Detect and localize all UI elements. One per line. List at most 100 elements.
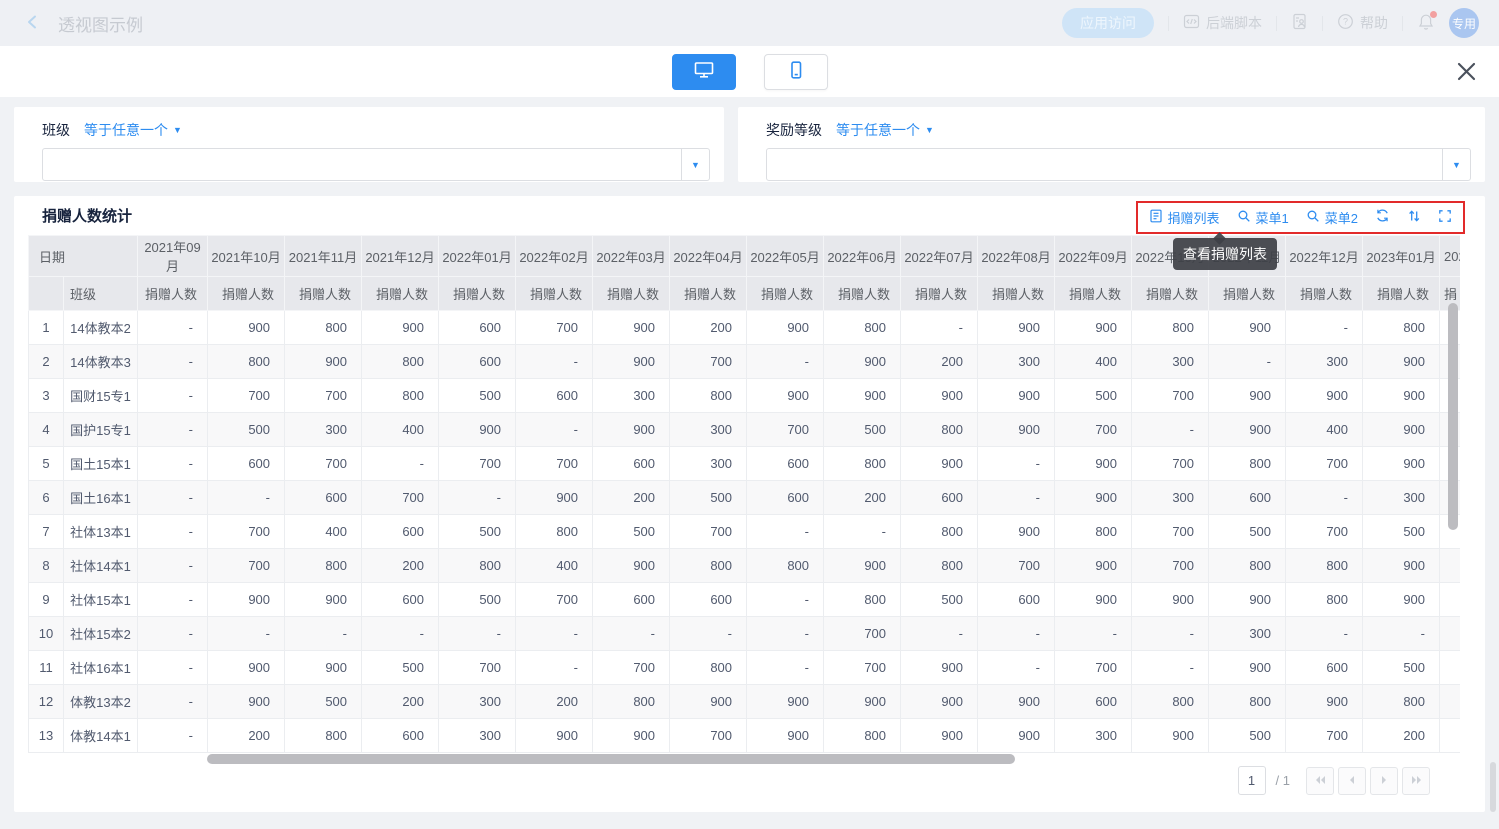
fullscreen-button[interactable]: [1438, 209, 1452, 226]
value-cell: 500: [1209, 515, 1286, 549]
prev-page-icon: [1347, 773, 1357, 788]
value-cell: 600: [593, 447, 670, 481]
notification-dot: [1430, 11, 1437, 18]
value-cell: 700: [208, 379, 285, 413]
refresh-icon: [1375, 208, 1390, 226]
value-cell: 600: [362, 583, 439, 617]
app-access-button[interactable]: 应用访问: [1062, 8, 1154, 38]
desktop-view-button[interactable]: [672, 54, 736, 90]
menu1-button[interactable]: 菜单1: [1237, 208, 1289, 227]
month-header: 2022年08月: [978, 236, 1055, 277]
value-cell: 900: [362, 311, 439, 345]
value-cell: 300: [1132, 481, 1209, 515]
operation-log-button[interactable]: [1291, 13, 1308, 33]
value-cell: 700: [593, 651, 670, 685]
h-scrollbar-thumb[interactable]: [207, 754, 1015, 764]
modal-content: 班级 等于任意一个 ▼ ▼ 奖励等级 等于任意一个 ▼ ▼: [0, 97, 1499, 812]
notification-bell-button[interactable]: [1417, 13, 1435, 34]
value-cell: -: [516, 651, 593, 685]
next-page-button[interactable]: [1370, 767, 1398, 795]
table-row: 3国财15专1-70070080050060030080090090090090…: [29, 379, 1461, 413]
close-icon: [1456, 70, 1477, 85]
value-cell: 800: [824, 447, 901, 481]
value-cell: 900: [516, 719, 593, 753]
value-cell: 800: [362, 379, 439, 413]
value-cell: 800: [670, 651, 747, 685]
value-cell: -: [439, 481, 516, 515]
row-number-cell: 12: [29, 685, 64, 719]
value-cell: 700: [670, 345, 747, 379]
value-cell: 900: [747, 379, 824, 413]
table-row: 4国护15专1-500300400900-9003007005008009007…: [29, 413, 1461, 447]
value-cell: 900: [208, 651, 285, 685]
backend-script-button[interactable]: 后端脚本: [1183, 13, 1262, 33]
row-number-header: [29, 277, 64, 311]
value-cell: 900: [1055, 311, 1132, 345]
value-cell: -: [1132, 413, 1209, 447]
filter-select-class[interactable]: ▼: [42, 148, 710, 181]
value-cell: 700: [1286, 447, 1363, 481]
value-cell: 900: [285, 345, 362, 379]
row-number-cell: 1: [29, 311, 64, 345]
value-cell: 200: [824, 481, 901, 515]
value-cell: 900: [593, 345, 670, 379]
close-button[interactable]: [1454, 59, 1479, 87]
pagination: / 1: [1238, 766, 1430, 795]
table-row: 12体教13本2-9005002003002008009009009009009…: [29, 685, 1461, 719]
value-cell: -: [138, 583, 208, 617]
value-cell: 200: [516, 685, 593, 719]
help-button[interactable]: ? 帮助: [1337, 13, 1388, 33]
row-dim-header: 班级: [64, 277, 138, 311]
back-button[interactable]: [24, 13, 42, 34]
value-cell-clipped: [1440, 549, 1460, 583]
measure-header: 捐赠人数: [824, 277, 901, 311]
value-cell: 200: [208, 719, 285, 753]
value-cell: 800: [1209, 549, 1286, 583]
filter-operator-link[interactable]: 等于任意一个 ▼: [836, 120, 934, 140]
filter-select-reward[interactable]: ▼: [766, 148, 1471, 181]
row-number-cell: 5: [29, 447, 64, 481]
value-cell: 700: [516, 447, 593, 481]
page-input[interactable]: [1238, 766, 1266, 795]
divider: [1322, 16, 1323, 31]
prev-page-button[interactable]: [1338, 767, 1366, 795]
value-cell: -: [362, 447, 439, 481]
avatar[interactable]: 专用: [1449, 8, 1479, 38]
value-cell: -: [1363, 617, 1440, 651]
pivot-title: 捐赠人数统计: [42, 205, 132, 226]
help-icon: ?: [1337, 13, 1354, 33]
value-cell: 500: [285, 685, 362, 719]
value-cell: 300: [1286, 345, 1363, 379]
value-cell: 800: [285, 549, 362, 583]
dropdown-arrow-icon: ▼: [1452, 160, 1461, 170]
filter-operator-link[interactable]: 等于任意一个 ▼: [84, 120, 182, 140]
last-page-button[interactable]: [1402, 767, 1430, 795]
month-header: 2022年01月: [439, 236, 516, 277]
v-scrollbar-thumb[interactable]: [1448, 303, 1458, 530]
value-cell: 300: [285, 413, 362, 447]
measure-header: 捐赠人数: [1132, 277, 1209, 311]
refresh-button[interactable]: [1375, 208, 1390, 226]
pivot-table-scroll-area[interactable]: 日期2021年09月2021年10月2021年11月2021年12月2022年0…: [28, 235, 1460, 753]
month-header: 2022年06月: [824, 236, 901, 277]
mobile-view-button[interactable]: [764, 54, 828, 90]
value-cell: 700: [670, 515, 747, 549]
value-cell: 800: [670, 549, 747, 583]
sort-button[interactable]: [1407, 209, 1421, 226]
first-page-button[interactable]: [1306, 767, 1334, 795]
value-cell: -: [138, 379, 208, 413]
value-cell: 900: [285, 651, 362, 685]
donation-list-button[interactable]: 捐赠列表: [1149, 208, 1220, 227]
menu2-button[interactable]: 菜单2: [1306, 208, 1358, 227]
value-cell: 700: [1055, 413, 1132, 447]
page-scrollbar-thumb[interactable]: [1490, 762, 1496, 812]
search-icon: [1237, 209, 1251, 226]
value-cell: 600: [747, 447, 824, 481]
table-row: 114体教本2-900800900600700900200900800-9009…: [29, 311, 1461, 345]
value-cell: -: [516, 345, 593, 379]
class-name-cell: 国土16本1: [64, 481, 138, 515]
value-cell: 300: [1363, 481, 1440, 515]
class-name-cell: 体教14本1: [64, 719, 138, 753]
class-name-cell: 社体14本1: [64, 549, 138, 583]
value-cell-clipped: [1440, 651, 1460, 685]
